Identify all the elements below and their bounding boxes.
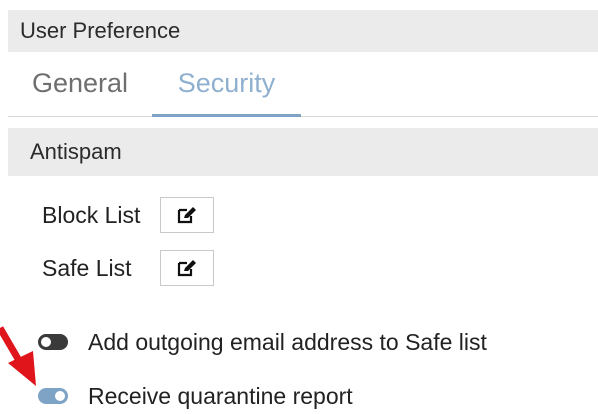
tab-general[interactable]: General bbox=[32, 52, 128, 114]
user-preference-panel: User Preference General Security Antispa… bbox=[0, 0, 598, 411]
safe-list-row: Safe List bbox=[42, 249, 214, 287]
toggle-knob bbox=[55, 391, 65, 401]
tab-bar: General Security bbox=[8, 52, 598, 117]
title-bar: User Preference bbox=[8, 10, 598, 52]
antispam-section-title: Antispam bbox=[30, 139, 122, 164]
outgoing-safe-list-row: Add outgoing email address to Safe list bbox=[38, 324, 487, 360]
quarantine-report-row: Receive quarantine report bbox=[38, 378, 353, 414]
edit-icon bbox=[177, 260, 196, 277]
outgoing-safe-list-toggle[interactable] bbox=[38, 334, 68, 350]
panel-title: User Preference bbox=[20, 18, 181, 43]
edit-icon bbox=[177, 207, 196, 224]
tab-security[interactable]: Security bbox=[152, 52, 301, 117]
block-list-edit-button[interactable] bbox=[160, 197, 214, 233]
red-arrow-icon bbox=[0, 326, 36, 386]
safe-list-edit-button[interactable] bbox=[160, 250, 214, 286]
toggle-knob bbox=[41, 337, 51, 347]
outgoing-safe-list-label: Add outgoing email address to Safe list bbox=[88, 328, 487, 355]
quarantine-report-toggle[interactable] bbox=[38, 388, 68, 404]
antispam-section-header: Antispam bbox=[8, 128, 598, 176]
block-list-label: Block List bbox=[42, 201, 141, 228]
block-list-row: Block List bbox=[42, 196, 214, 234]
quarantine-report-label: Receive quarantine report bbox=[88, 382, 353, 409]
safe-list-label: Safe List bbox=[42, 254, 132, 281]
